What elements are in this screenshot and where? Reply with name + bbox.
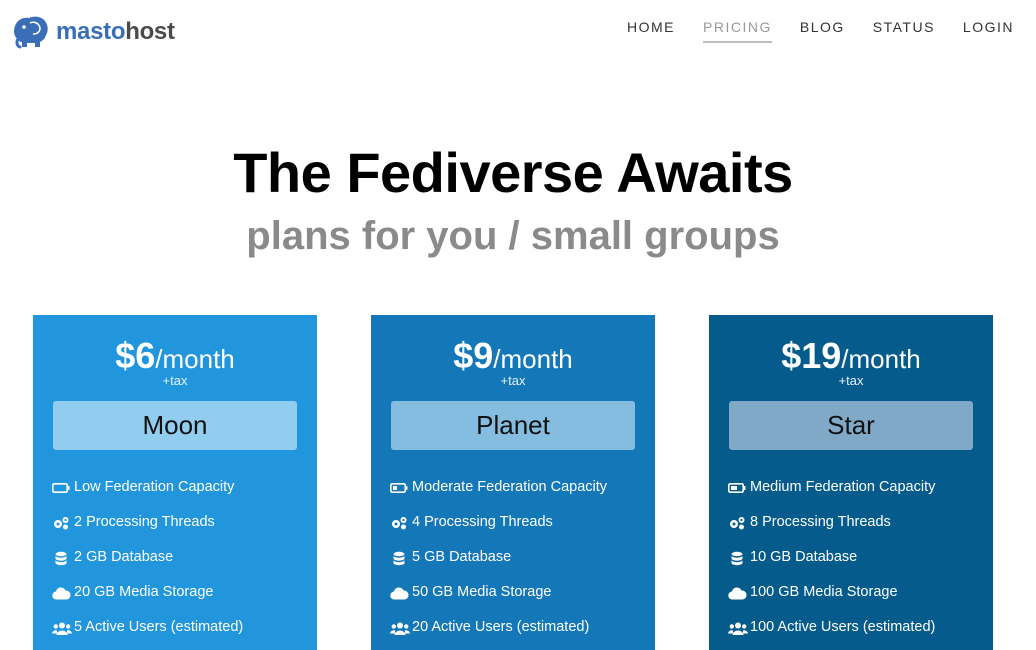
brand-suffix: host (125, 18, 175, 45)
tax-note: +tax (838, 373, 864, 388)
feature-text: 50 GB Media Storage (412, 584, 552, 600)
feature-item: 20 GB Media Storage (52, 584, 243, 619)
feature-item: Low Federation Capacity (52, 479, 243, 514)
feature-text: 8 Processing Threads (750, 514, 891, 530)
brand-prefix: masto (56, 18, 126, 45)
cogs-icon (52, 514, 72, 532)
feature-list: Medium Federation Capacity 8 Processing … (728, 479, 935, 650)
feature-item: 10 GB Database (728, 549, 935, 584)
feature-text: 5 GB Database (412, 549, 512, 565)
plan-select-button-moon[interactable]: Moon (53, 401, 297, 450)
plan-price: $19/month (709, 335, 993, 377)
cogs-icon (390, 514, 410, 532)
feature-text: 100 Active Users (estimated) (750, 619, 936, 635)
nav-pricing[interactable]: PRICING (703, 19, 772, 43)
database-icon (52, 549, 72, 567)
page-subtitle: plans for you / small groups (246, 214, 780, 258)
feature-item: 5 GB Database (390, 549, 607, 584)
users-icon (390, 619, 410, 637)
page-title: The Fediverse Awaits (233, 141, 793, 204)
plan-price: $9/month (371, 335, 655, 377)
feature-item: 8 Processing Threads (728, 514, 935, 549)
feature-text: 5 Active Users (estimated) (74, 619, 244, 635)
feature-text: 4 Processing Threads (412, 514, 553, 530)
cloud-icon (390, 584, 410, 602)
main-nav: HOME PRICING BLOG STATUS LOGIN (599, 19, 1014, 43)
price-period: /month (155, 344, 235, 374)
feature-item: 4 Processing Threads (390, 514, 607, 549)
cloud-icon (52, 584, 72, 602)
feature-text: 10 GB Database (750, 549, 858, 565)
nav-home[interactable]: HOME (627, 19, 675, 43)
feature-text: 20 GB Media Storage (74, 584, 214, 600)
feature-text: Moderate Federation Capacity (412, 479, 608, 495)
price-period: /month (841, 344, 921, 374)
cloud-icon (728, 584, 748, 602)
feature-text: 2 GB Database (74, 549, 174, 565)
feature-item: Moderate Federation Capacity (390, 479, 607, 514)
plan-select-button-planet[interactable]: Planet (391, 401, 635, 450)
nav-blog[interactable]: BLOG (800, 19, 845, 43)
nav-login[interactable]: LOGIN (963, 19, 1014, 43)
database-icon (728, 549, 748, 567)
nav-status[interactable]: STATUS (873, 19, 935, 43)
feature-item: 50 GB Media Storage (390, 584, 607, 619)
feature-item: 100 GB Media Storage (728, 584, 935, 619)
feature-text: 2 Processing Threads (74, 514, 215, 530)
feature-text: 100 GB Media Storage (750, 584, 898, 600)
battery-low-icon (52, 479, 72, 497)
feature-item: 5 Active Users (estimated) (52, 619, 243, 650)
site-header: mastohost HOME PRICING BLOG STATUS LOGIN (0, 0, 1036, 64)
feature-text: 20 Active Users (estimated) (412, 619, 590, 635)
plan-select-button-star[interactable]: Star (729, 401, 973, 450)
cogs-icon (728, 514, 748, 532)
feature-item: 2 GB Database (52, 549, 243, 584)
feature-item: 100 Active Users (estimated) (728, 619, 935, 650)
feature-text: Medium Federation Capacity (750, 479, 936, 495)
battery-quarter-icon (390, 479, 410, 497)
feature-item: 20 Active Users (estimated) (390, 619, 607, 650)
database-icon (390, 549, 410, 567)
plan-card-star: $19/month +tax Star Medium Federation Ca… (709, 315, 993, 650)
plan-card-moon: $6/month +tax Moon Low Federation Capaci… (33, 315, 317, 650)
feature-list: Low Federation Capacity 2 Processing Thr… (52, 479, 243, 650)
battery-half-icon (728, 479, 748, 497)
users-icon (52, 619, 72, 637)
plan-card-planet: $9/month +tax Planet Moderate Federation… (371, 315, 655, 650)
price-amount: $19 (781, 335, 842, 376)
feature-item: Medium Federation Capacity (728, 479, 935, 514)
price-amount: $6 (115, 335, 156, 376)
tax-note: +tax (162, 373, 188, 388)
tax-note: +tax (500, 373, 526, 388)
feature-item: 2 Processing Threads (52, 514, 243, 549)
price-amount: $9 (453, 335, 494, 376)
mastohost-logo[interactable]: mastohost (12, 14, 175, 50)
feature-list: Moderate Federation Capacity 4 Processin… (390, 479, 607, 650)
feature-text: Low Federation Capacity (74, 479, 235, 495)
price-period: /month (493, 344, 573, 374)
plan-price: $6/month (33, 335, 317, 377)
elephant-logo-icon (14, 16, 48, 49)
users-icon (728, 619, 748, 637)
